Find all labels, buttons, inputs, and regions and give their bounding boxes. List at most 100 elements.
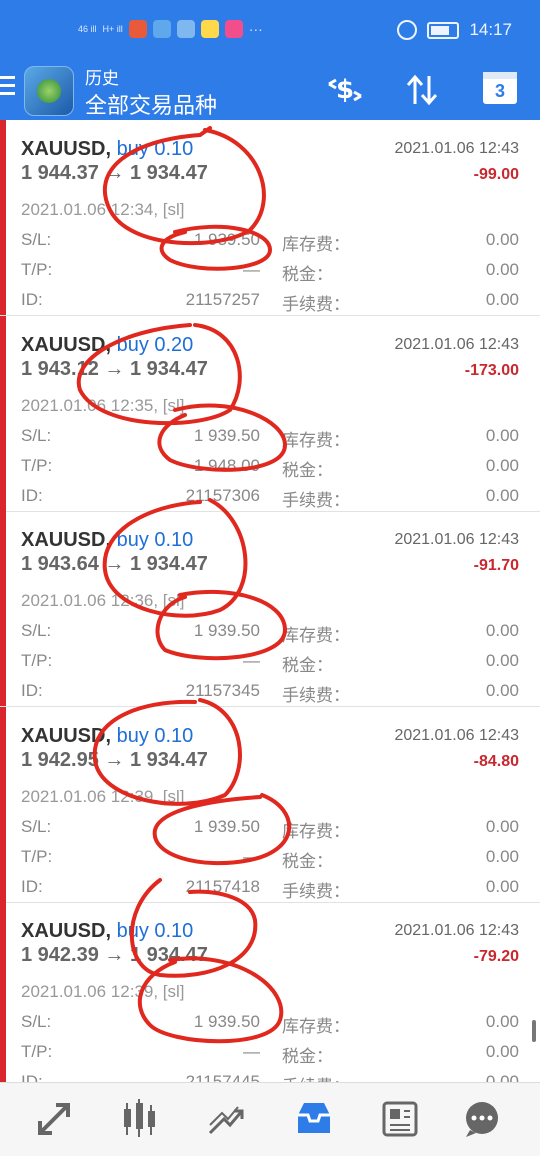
trade-prices: 1 943.64 → 1 934.47 (21, 553, 208, 575)
field-value: 0.00 (485, 846, 519, 866)
field-label: 税金： (282, 265, 333, 284)
close-price: 1 934.47 (129, 944, 208, 966)
field-label: 税金： (282, 851, 333, 871)
symbol-filter[interactable]: 全部交易品种 (85, 88, 217, 120)
field-label: ID: (21, 1072, 43, 1082)
trade-profit: -173.00 (464, 361, 519, 379)
trade-direction: buy 0.10 (116, 529, 194, 551)
open-time: 2021.01.06 12:36, [sl] (21, 591, 185, 610)
close-price: 1 934.47 (129, 357, 208, 380)
calendar-day: 3 (494, 81, 505, 101)
status-left: 46 ill H+ ill ··· (78, 20, 263, 38)
field-value: 21157418 (185, 876, 260, 896)
app-toolbar: 历史 全部交易品种 $ 3 (0, 60, 540, 120)
field-label: 税金： (282, 656, 333, 675)
trade-symbol: XAUUSD, buy 0.10 (21, 724, 194, 747)
field-label: T/P: (21, 455, 53, 475)
field-label: 库存费： (282, 235, 350, 254)
trade-direction: buy 0.10 (116, 920, 194, 942)
field-value: 0.00 (485, 681, 519, 700)
field-label: 手续费： (282, 490, 350, 510)
open-price: 1 943.64 (21, 553, 99, 575)
field-label: 库存费： (282, 626, 350, 645)
field-value: 1 939.50 (193, 816, 260, 836)
trade-profit: -99.00 (473, 166, 519, 183)
field-label: T/P: (21, 651, 53, 670)
open-time: 2021.01.06 12:34, [sl] (21, 200, 185, 219)
field-value: 1 939.50 (193, 425, 260, 445)
field-value: — (243, 846, 260, 866)
trade-card[interactable]: XAUUSD, buy 0.10 1 942.39 → 1 934.47 2021.… (0, 902, 540, 1082)
trade-direction: buy 0.20 (116, 333, 194, 356)
field-value: 0.00 (485, 1072, 519, 1082)
status-bar: 46 ill H+ ill ··· 14:17 (0, 0, 540, 60)
field-label: 库存费： (282, 430, 350, 450)
field-value: 0.00 (485, 651, 519, 670)
signal-1-icon: 46 ill (78, 24, 97, 34)
field-value: 0.00 (485, 485, 519, 505)
field-label: T/P: (21, 846, 53, 866)
trade-card[interactable]: XAUUSD, buy 0.20 1 943.12 → 1 934.47 2021.… (0, 315, 540, 512)
field-label: 手续费： (282, 686, 350, 705)
close-time: 2021.01.06 12:43 (394, 922, 519, 939)
trade-symbol: XAUUSD, buy 0.10 (21, 138, 194, 160)
trade-direction: buy 0.10 (116, 138, 194, 160)
quotes-icon[interactable] (32, 1097, 76, 1141)
video-app-icon (224, 20, 243, 38)
close-time: 2021.01.06 12:43 (394, 726, 519, 744)
field-value: 1 939.50 (193, 1012, 260, 1031)
field-value: 21157345 (185, 681, 260, 700)
open-price: 1 943.12 (21, 357, 99, 380)
calendar-icon[interactable]: 3 (483, 72, 517, 104)
trade-card[interactable]: XAUUSD, buy 0.10 1 942.95 → 1 934.47 2021.… (0, 706, 540, 903)
loss-indicator-bar (0, 315, 6, 511)
trade-prices: 1 942.95 → 1 934.47 (21, 748, 208, 771)
news-icon[interactable] (378, 1097, 422, 1141)
sort-icon[interactable] (402, 70, 442, 110)
field-label: 手续费： (282, 881, 350, 901)
open-price: 1 942.95 (21, 748, 99, 771)
field-label: S/L: (21, 1012, 52, 1031)
field-value: 0.00 (485, 260, 519, 279)
exchange-icon[interactable]: $ (325, 70, 365, 110)
loss-indicator-bar (0, 706, 6, 902)
chart-icon[interactable] (118, 1097, 162, 1141)
alarm-icon (397, 20, 418, 40)
battery-icon (427, 21, 460, 39)
close-time: 2021.01.06 12:43 (394, 335, 519, 353)
trade-card[interactable]: XAUUSD, buy 0.10 1 944.37 → 1 934.47 2021.… (0, 120, 540, 316)
field-label: ID: (21, 681, 43, 700)
field-label: 税金： (282, 460, 333, 480)
field-value: — (243, 260, 260, 279)
field-value: 0.00 (485, 621, 519, 640)
svg-text:$: $ (336, 75, 354, 105)
scrollbar[interactable] (532, 1020, 536, 1042)
field-label: S/L: (21, 425, 52, 445)
trade-history-list[interactable]: XAUUSD, buy 0.10 1 944.37 → 1 934.47 2021.… (0, 120, 540, 1082)
app-notification-icon (200, 20, 219, 38)
menu-icon[interactable] (0, 76, 16, 100)
open-time: 2021.01.06 12:35, [sl] (21, 395, 185, 415)
field-value: 0.00 (485, 455, 519, 475)
loss-indicator-bar (0, 511, 6, 706)
field-label: 手续费： (282, 1072, 350, 1082)
open-time: 2021.01.06 12:39, [sl] (21, 982, 185, 1001)
trade-icon[interactable] (204, 1097, 248, 1141)
field-value: 21157445 (185, 1072, 260, 1082)
close-time: 2021.01.06 12:43 (394, 140, 519, 157)
trade-card[interactable]: XAUUSD, buy 0.10 1 943.64 → 1 934.47 2021.… (0, 511, 540, 707)
trade-symbol: XAUUSD, buy 0.10 (21, 920, 194, 942)
bottom-navigation (0, 1082, 540, 1156)
field-value: 1 948.00 (193, 455, 260, 475)
trade-direction: buy 0.10 (116, 724, 194, 747)
chat-icon[interactable] (460, 1097, 504, 1141)
field-value: 0.00 (485, 816, 519, 836)
signal-2-icon: H+ ill (102, 24, 123, 34)
field-value: 1 939.50 (193, 230, 260, 249)
field-label: 税金： (282, 1047, 333, 1066)
field-label: S/L: (21, 816, 52, 836)
history-icon[interactable] (292, 1097, 336, 1141)
close-time: 2021.01.06 12:43 (394, 531, 519, 548)
message-icon (176, 20, 195, 38)
open-price: 1 944.37 (21, 162, 99, 184)
